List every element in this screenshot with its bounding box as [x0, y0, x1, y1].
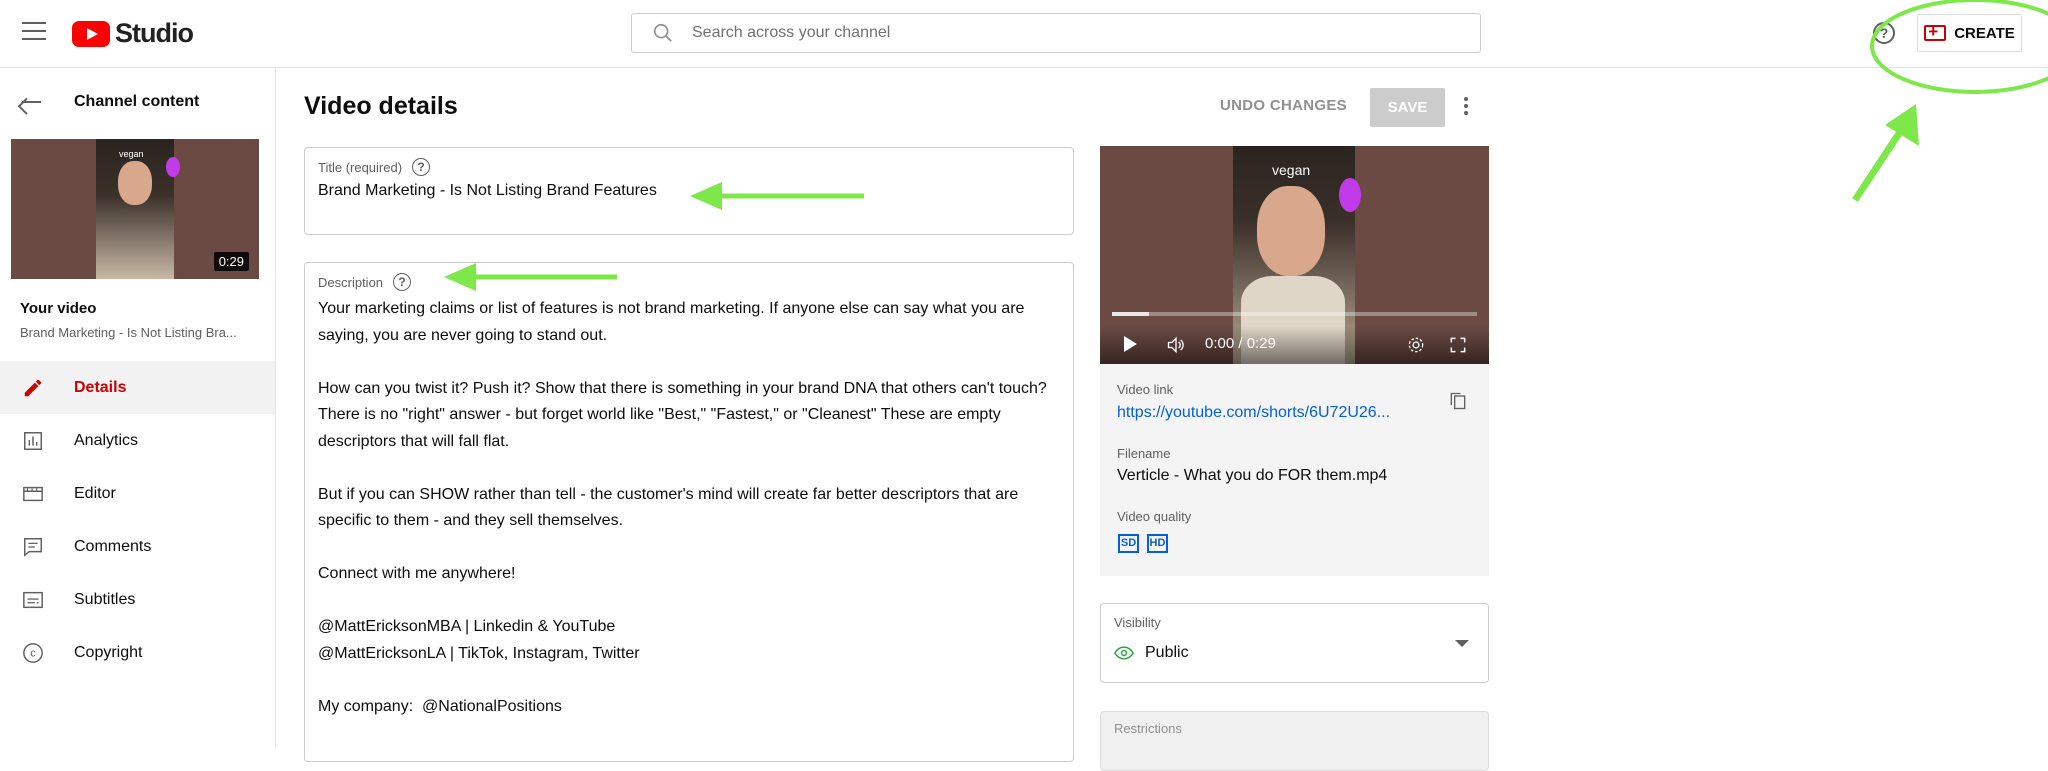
comments-icon	[22, 536, 44, 558]
visibility-label: Visibility	[1114, 615, 1161, 630]
filename-value: Verticle - What you do FOR them.mp4	[1117, 467, 1388, 484]
video-thumbnail[interactable]: vegan 0:29	[11, 139, 259, 279]
description-help-icon[interactable]: ?	[393, 273, 412, 291]
your-video-label: Your video	[20, 300, 97, 317]
sidebar-item-copyright[interactable]: c Copyright	[0, 626, 275, 679]
back-to-channel-content[interactable]: Channel content	[20, 93, 199, 111]
volume-icon[interactable]	[1166, 335, 1186, 355]
play-icon[interactable]	[1124, 336, 1137, 352]
chevron-down-icon	[1455, 640, 1469, 647]
create-button[interactable]: CREATE	[1917, 14, 2022, 52]
copyright-icon: c	[22, 642, 44, 664]
top-bar: Studio ? CREATE	[0, 0, 2048, 68]
youtube-logo-icon	[72, 20, 110, 47]
sidebar-item-label: Details	[74, 378, 127, 396]
restrictions-field[interactable]: Restrictions	[1100, 711, 1489, 771]
menu-icon[interactable]	[22, 22, 46, 42]
description-field[interactable]: Description ? Your marketing claims or l…	[304, 262, 1074, 762]
title-label: Title (required)	[318, 159, 403, 175]
video-link[interactable]: https://youtube.com/shorts/6U72U26...	[1117, 404, 1417, 422]
sidebar-item-comments[interactable]: Comments	[0, 520, 275, 573]
player-time: 0:00 / 0:29	[1205, 335, 1276, 352]
video-player[interactable]: vegan 0:00 / 0:29	[1100, 146, 1489, 364]
visibility-value: Public	[1145, 644, 1189, 661]
sidebar-item-editor[interactable]: Editor	[0, 467, 275, 520]
sidebar-item-subtitles[interactable]: Subtitles	[0, 573, 275, 626]
settings-icon[interactable]	[1406, 335, 1426, 355]
description-input[interactable]: Your marketing claims or list of feature…	[318, 296, 1066, 720]
player-controls: 0:00 / 0:29	[1100, 326, 1489, 364]
visibility-dropdown[interactable]: Visibility Public	[1100, 603, 1489, 683]
sidebar-item-label: Editor	[74, 484, 116, 502]
video-info-panel: Video link https://youtube.com/shorts/6U…	[1100, 364, 1489, 576]
back-label: Channel content	[74, 93, 200, 110]
logo-text: Studio	[115, 18, 194, 48]
editor-icon	[22, 483, 44, 505]
studio-logo[interactable]: Studio	[72, 18, 194, 49]
copy-icon[interactable]	[1448, 390, 1468, 412]
analytics-icon	[22, 430, 44, 452]
thumbnail-duration: 0:29	[213, 252, 249, 271]
hd-badge: HD	[1147, 534, 1168, 553]
restrictions-label: Restrictions	[1114, 721, 1182, 736]
create-video-icon	[1924, 22, 1947, 42]
sidebar-nav: Details Analytics Editor Comments Subtit…	[0, 361, 275, 679]
video-person	[1257, 186, 1325, 276]
video-quality-label: Video quality	[1117, 509, 1192, 524]
your-video-title: Brand Marketing - Is Not Listing Bra...	[20, 325, 237, 340]
sidebar-item-label: Subtitles	[74, 590, 136, 608]
search-icon	[653, 23, 672, 42]
pencil-icon	[22, 377, 44, 399]
video-link-label: Video link	[1117, 382, 1174, 397]
annotation-arrow-create	[1852, 104, 1919, 202]
search-input[interactable]	[692, 24, 1452, 42]
title-input[interactable]: Brand Marketing - Is Not Listing Brand F…	[318, 182, 657, 200]
video-quality-badges: SD HD	[1118, 534, 1168, 553]
sidebar-item-label: Comments	[74, 537, 152, 555]
sidebar: Channel content vegan 0:29 Your video Br…	[0, 69, 276, 747]
player-progress-fill	[1112, 312, 1149, 316]
sidebar-item-label: Analytics	[74, 431, 139, 449]
undo-changes-button[interactable]: UNDO CHANGES	[1220, 97, 1347, 114]
title-help-icon[interactable]: ?	[412, 158, 431, 176]
video-overlay-text: vegan	[1272, 162, 1311, 178]
sidebar-item-label: Copyright	[74, 643, 143, 661]
help-icon[interactable]: ?	[1873, 22, 1895, 44]
page-title: Video details	[304, 92, 458, 120]
title-field[interactable]: Title (required) ? Brand Marketing - Is …	[304, 147, 1074, 235]
subtitles-icon	[22, 589, 44, 611]
description-label: Description	[318, 274, 384, 290]
sidebar-item-details[interactable]: Details	[0, 361, 275, 414]
fullscreen-icon[interactable]	[1448, 335, 1468, 355]
more-options-icon[interactable]	[1461, 97, 1471, 117]
sd-badge: SD	[1118, 534, 1139, 553]
eye-icon	[1114, 646, 1134, 660]
sidebar-item-analytics[interactable]: Analytics	[0, 414, 275, 467]
create-label: CREATE	[1954, 24, 2015, 42]
filename-label: Filename	[1117, 446, 1171, 461]
player-progress-bar[interactable]	[1112, 312, 1477, 316]
save-button[interactable]: SAVE	[1370, 88, 1445, 127]
thumbnail-overlay-text: vegan	[119, 149, 144, 159]
svg-text:c: c	[30, 647, 36, 659]
back-arrow-icon	[20, 94, 42, 110]
thumbnail-person	[118, 161, 152, 205]
search-box[interactable]	[631, 13, 1481, 53]
